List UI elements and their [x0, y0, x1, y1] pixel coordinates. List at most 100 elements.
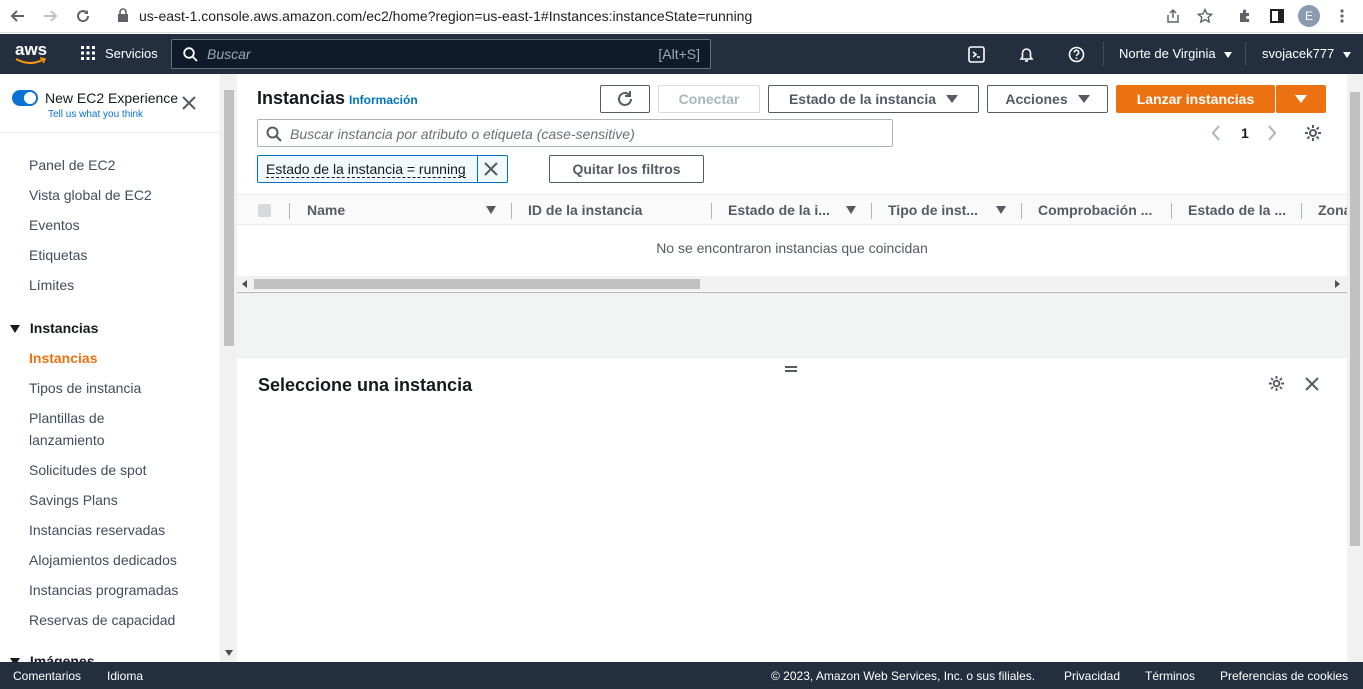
column-divider: [1171, 203, 1172, 219]
nav-divider: [1103, 42, 1104, 66]
cookie-preferences-link[interactable]: Preferencias de cookies: [1220, 669, 1348, 683]
sort-caret-icon[interactable]: [486, 206, 496, 214]
sidebar-item-limits[interactable]: Límites: [29, 274, 74, 296]
sidebar-group-instances[interactable]: Instancias: [10, 320, 98, 336]
region-selector[interactable]: Norte de Virginia: [1119, 46, 1233, 61]
experience-title: New EC2 Experience: [45, 90, 179, 106]
close-panel-icon[interactable]: [1305, 377, 1319, 394]
scroll-left-arrow-icon[interactable]: [242, 280, 247, 288]
cloudshell-icon[interactable]: [968, 46, 985, 66]
help-icon[interactable]: [1068, 46, 1085, 66]
search-shortcut: [Alt+S]: [658, 46, 700, 62]
column-header-instance-state[interactable]: Estado de la i...: [728, 202, 830, 218]
column-header-alarm-state[interactable]: Estado de la ...: [1188, 202, 1286, 218]
account-menu[interactable]: svojacek777: [1262, 46, 1351, 61]
remove-filter-icon[interactable]: [484, 162, 498, 179]
scroll-down-arrow-icon[interactable]: [225, 650, 233, 656]
search-placeholder: Buscar: [207, 46, 251, 62]
sidebar-item-capacity-reservations[interactable]: Reservas de capacidad: [29, 609, 175, 631]
launch-options-dropdown[interactable]: [1276, 85, 1326, 113]
select-all-checkbox[interactable]: [258, 204, 271, 217]
search-icon: [183, 47, 198, 62]
token-divider: [477, 156, 478, 182]
aws-top-nav: aws Servicios Buscar [Alt+S] Norte de Vi…: [0, 34, 1363, 74]
sidebar-item-global-view[interactable]: Vista global de EC2: [29, 184, 152, 206]
forward-icon[interactable]: [41, 7, 59, 25]
sidebar-item-events[interactable]: Eventos: [29, 214, 80, 236]
new-experience-toggle[interactable]: [12, 90, 38, 106]
empty-table-message: No se encontraron instancias que coincid…: [656, 240, 928, 256]
extensions-icon[interactable]: [1236, 7, 1254, 25]
instance-filter-input[interactable]: Buscar instancia por atributo o etiqueta…: [257, 119, 893, 147]
next-page-icon[interactable]: [1267, 125, 1277, 144]
reload-icon[interactable]: [74, 7, 92, 25]
address-bar[interactable]: us-east-1.console.aws.amazon.com/ec2/hom…: [139, 8, 752, 24]
sidebar-item-reserved-instances[interactable]: Instancias reservadas: [29, 519, 165, 541]
profile-avatar[interactable]: E: [1298, 5, 1320, 27]
feedback-link[interactable]: Comentarios: [13, 669, 81, 683]
column-header-instance-type[interactable]: Tipo de inst...: [888, 202, 978, 218]
caret-down-icon: [1224, 51, 1233, 58]
lock-icon: [117, 8, 129, 25]
column-header-name[interactable]: Name: [307, 202, 345, 218]
caret-down-icon: [10, 325, 20, 334]
scroll-right-arrow-icon[interactable]: [1335, 280, 1340, 288]
launch-instances-button[interactable]: Lanzar instancias: [1116, 85, 1275, 113]
sidebar-item-dashboard[interactable]: Panel de EC2: [29, 154, 115, 176]
sidebar-item-savings-plans[interactable]: Savings Plans: [29, 489, 118, 511]
column-header-status-check[interactable]: Comprobación ...: [1038, 202, 1152, 218]
page-title: Instancias: [257, 88, 346, 108]
back-icon[interactable]: [9, 7, 27, 25]
page-scrollbar[interactable]: [1347, 74, 1363, 662]
actions-label: Acciones: [1005, 91, 1068, 107]
column-header-instance-id[interactable]: ID de la instancia: [528, 202, 642, 218]
instance-state-dropdown[interactable]: Estado de la instancia: [768, 85, 979, 113]
sidebar-item-scheduled-instances[interactable]: Instancias programadas: [29, 579, 178, 601]
table-header: Name ID de la instancia Estado de la i..…: [237, 194, 1351, 225]
aws-logo[interactable]: aws: [14, 40, 48, 66]
current-page-number[interactable]: 1: [1241, 125, 1249, 141]
sidebar-group-images[interactable]: Imágenes: [10, 653, 94, 662]
column-divider: [289, 203, 290, 219]
close-icon[interactable]: [182, 96, 196, 113]
sidebar-scrollbar[interactable]: [221, 74, 237, 662]
side-panel-icon[interactable]: [1268, 7, 1286, 25]
language-link[interactable]: Idioma: [107, 669, 143, 683]
resize-handle-icon[interactable]: [785, 366, 797, 372]
filter-token[interactable]: Estado de la instancia = running: [257, 155, 508, 183]
sort-caret-icon[interactable]: [846, 206, 856, 214]
clear-filters-button[interactable]: Quitar los filtros: [549, 155, 704, 183]
scrollbar-thumb[interactable]: [254, 279, 700, 289]
browser-menu-icon[interactable]: [1333, 7, 1351, 25]
sidebar-item-instances[interactable]: Instancias: [29, 347, 97, 369]
column-divider: [871, 203, 872, 219]
bookmark-star-icon[interactable]: [1196, 7, 1214, 25]
privacy-link[interactable]: Privacidad: [1064, 669, 1120, 683]
sidebar-item-tags[interactable]: Etiquetas: [29, 244, 87, 266]
sidebar-item-launch-templates[interactable]: Plantillas de: [29, 407, 105, 429]
scrollbar-thumb[interactable]: [224, 90, 234, 346]
copyright-text: © 2023, Amazon Web Services, Inc. o sus …: [771, 669, 1036, 683]
notifications-bell-icon[interactable]: [1018, 46, 1035, 66]
scrollbar-thumb[interactable]: [1350, 92, 1360, 546]
table-horizontal-scrollbar[interactable]: [237, 276, 1347, 291]
account-label: svojacek777: [1262, 46, 1335, 61]
sidebar-item-instance-types[interactable]: Tipos de instancia: [29, 377, 141, 399]
sort-caret-icon[interactable]: [996, 206, 1006, 214]
console-footer: Comentarios Idioma © 2023, Amazon Web Se…: [0, 662, 1363, 689]
services-menu[interactable]: Servicios: [80, 45, 158, 61]
connect-button[interactable]: Conectar: [658, 85, 760, 113]
share-icon[interactable]: [1164, 7, 1182, 25]
refresh-button[interactable]: [600, 85, 650, 113]
previous-page-icon[interactable]: [1211, 125, 1221, 144]
sidebar-item-launch-templates-line2[interactable]: lanzamiento: [29, 429, 105, 451]
sidebar-item-spot-requests[interactable]: Solicitudes de spot: [29, 459, 147, 481]
actions-dropdown[interactable]: Acciones: [987, 85, 1108, 113]
global-search-input[interactable]: Buscar [Alt+S]: [171, 39, 711, 69]
experience-feedback-link[interactable]: Tell us what you think: [48, 109, 143, 120]
preferences-gear-icon[interactable]: [1304, 124, 1322, 145]
info-link[interactable]: Información: [349, 93, 418, 107]
sidebar-item-dedicated-hosts[interactable]: Alojamientos dedicados: [29, 549, 177, 571]
terms-link[interactable]: Términos: [1145, 669, 1195, 683]
detail-settings-gear-icon[interactable]: [1268, 375, 1285, 395]
